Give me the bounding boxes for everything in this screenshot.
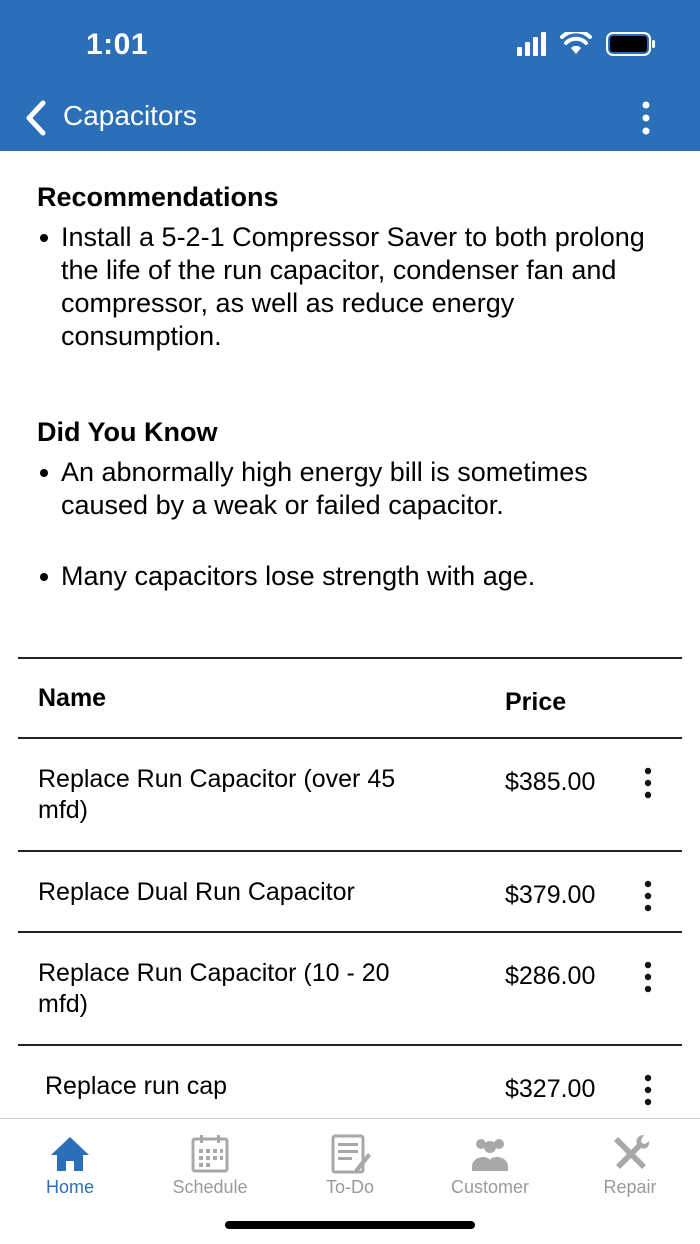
tab-home[interactable]: Home — [10, 1119, 130, 1209]
row-more-icon[interactable] — [638, 960, 658, 994]
bullet-dot — [40, 469, 48, 477]
item-name: Replace Run Capacitor (over 45 mfd) — [38, 765, 396, 824]
app-header: 1:01 Capacitors — [0, 0, 700, 151]
table-divider — [18, 931, 682, 933]
did-you-know-heading: Did You Know — [37, 417, 218, 447]
item-name: Replace Run Capacitor (10 - 20 mfd) — [38, 959, 390, 1018]
table-divider — [18, 657, 682, 659]
row-more-icon[interactable] — [638, 879, 658, 913]
table-divider — [18, 737, 682, 739]
column-header-name: Name — [38, 684, 107, 712]
bullet-dot — [40, 573, 48, 581]
fact-item: An abnormally high energy bill is someti… — [37, 456, 677, 522]
item-price: $286.00 — [505, 962, 596, 990]
navigation-bar: Capacitors — [0, 92, 700, 144]
tab-label: Schedule — [172, 1177, 248, 1197]
more-options-icon[interactable] — [636, 100, 656, 136]
tab-repair[interactable]: Repair — [570, 1119, 690, 1209]
tab-schedule[interactable]: Schedule — [150, 1119, 270, 1209]
tab-label: Home — [45, 1177, 94, 1197]
tab-customer[interactable]: Customer — [430, 1119, 550, 1209]
page-title: Capacitors — [63, 100, 197, 131]
item-price: $379.00 — [505, 881, 596, 909]
status-icons — [517, 32, 656, 56]
item-name: Replace Dual Run Capacitor — [38, 878, 355, 906]
row-more-icon[interactable] — [638, 766, 658, 800]
fact-item: Many capacitors lose strength with age. — [37, 560, 677, 593]
item-name: Replace run cap — [45, 1072, 228, 1100]
column-header-price: Price — [505, 688, 567, 716]
bullet-dot — [40, 234, 48, 242]
recommendation-item: Install a 5-2-1 Compressor Saver to both… — [37, 221, 677, 353]
item-price: $327.00 — [505, 1075, 596, 1103]
table-divider — [18, 1044, 682, 1046]
main-content: Recommendations Install a 5-2-1 Compress… — [0, 151, 700, 1118]
item-price: $385.00 — [505, 768, 596, 796]
row-more-icon[interactable] — [638, 1073, 658, 1107]
tools-icon — [614, 1135, 650, 1169]
cellular-signal-icon — [517, 32, 546, 56]
back-chevron-icon[interactable] — [22, 98, 52, 138]
tab-label: Repair — [603, 1177, 657, 1197]
status-time: 1:01 — [86, 28, 149, 61]
recommendations-heading: Recommendations — [37, 182, 279, 212]
battery-icon — [606, 32, 656, 56]
wifi-icon — [560, 32, 592, 56]
home-indicator — [225, 1221, 475, 1229]
people-icon — [472, 1139, 508, 1171]
home-icon — [51, 1137, 89, 1171]
tab-label: To-Do — [325, 1177, 374, 1197]
table-divider — [18, 850, 682, 852]
tab-label: Customer — [450, 1177, 530, 1197]
calendar-icon — [191, 1135, 229, 1173]
tab-todo[interactable]: To-Do — [290, 1119, 410, 1209]
todo-list-icon — [331, 1134, 371, 1174]
